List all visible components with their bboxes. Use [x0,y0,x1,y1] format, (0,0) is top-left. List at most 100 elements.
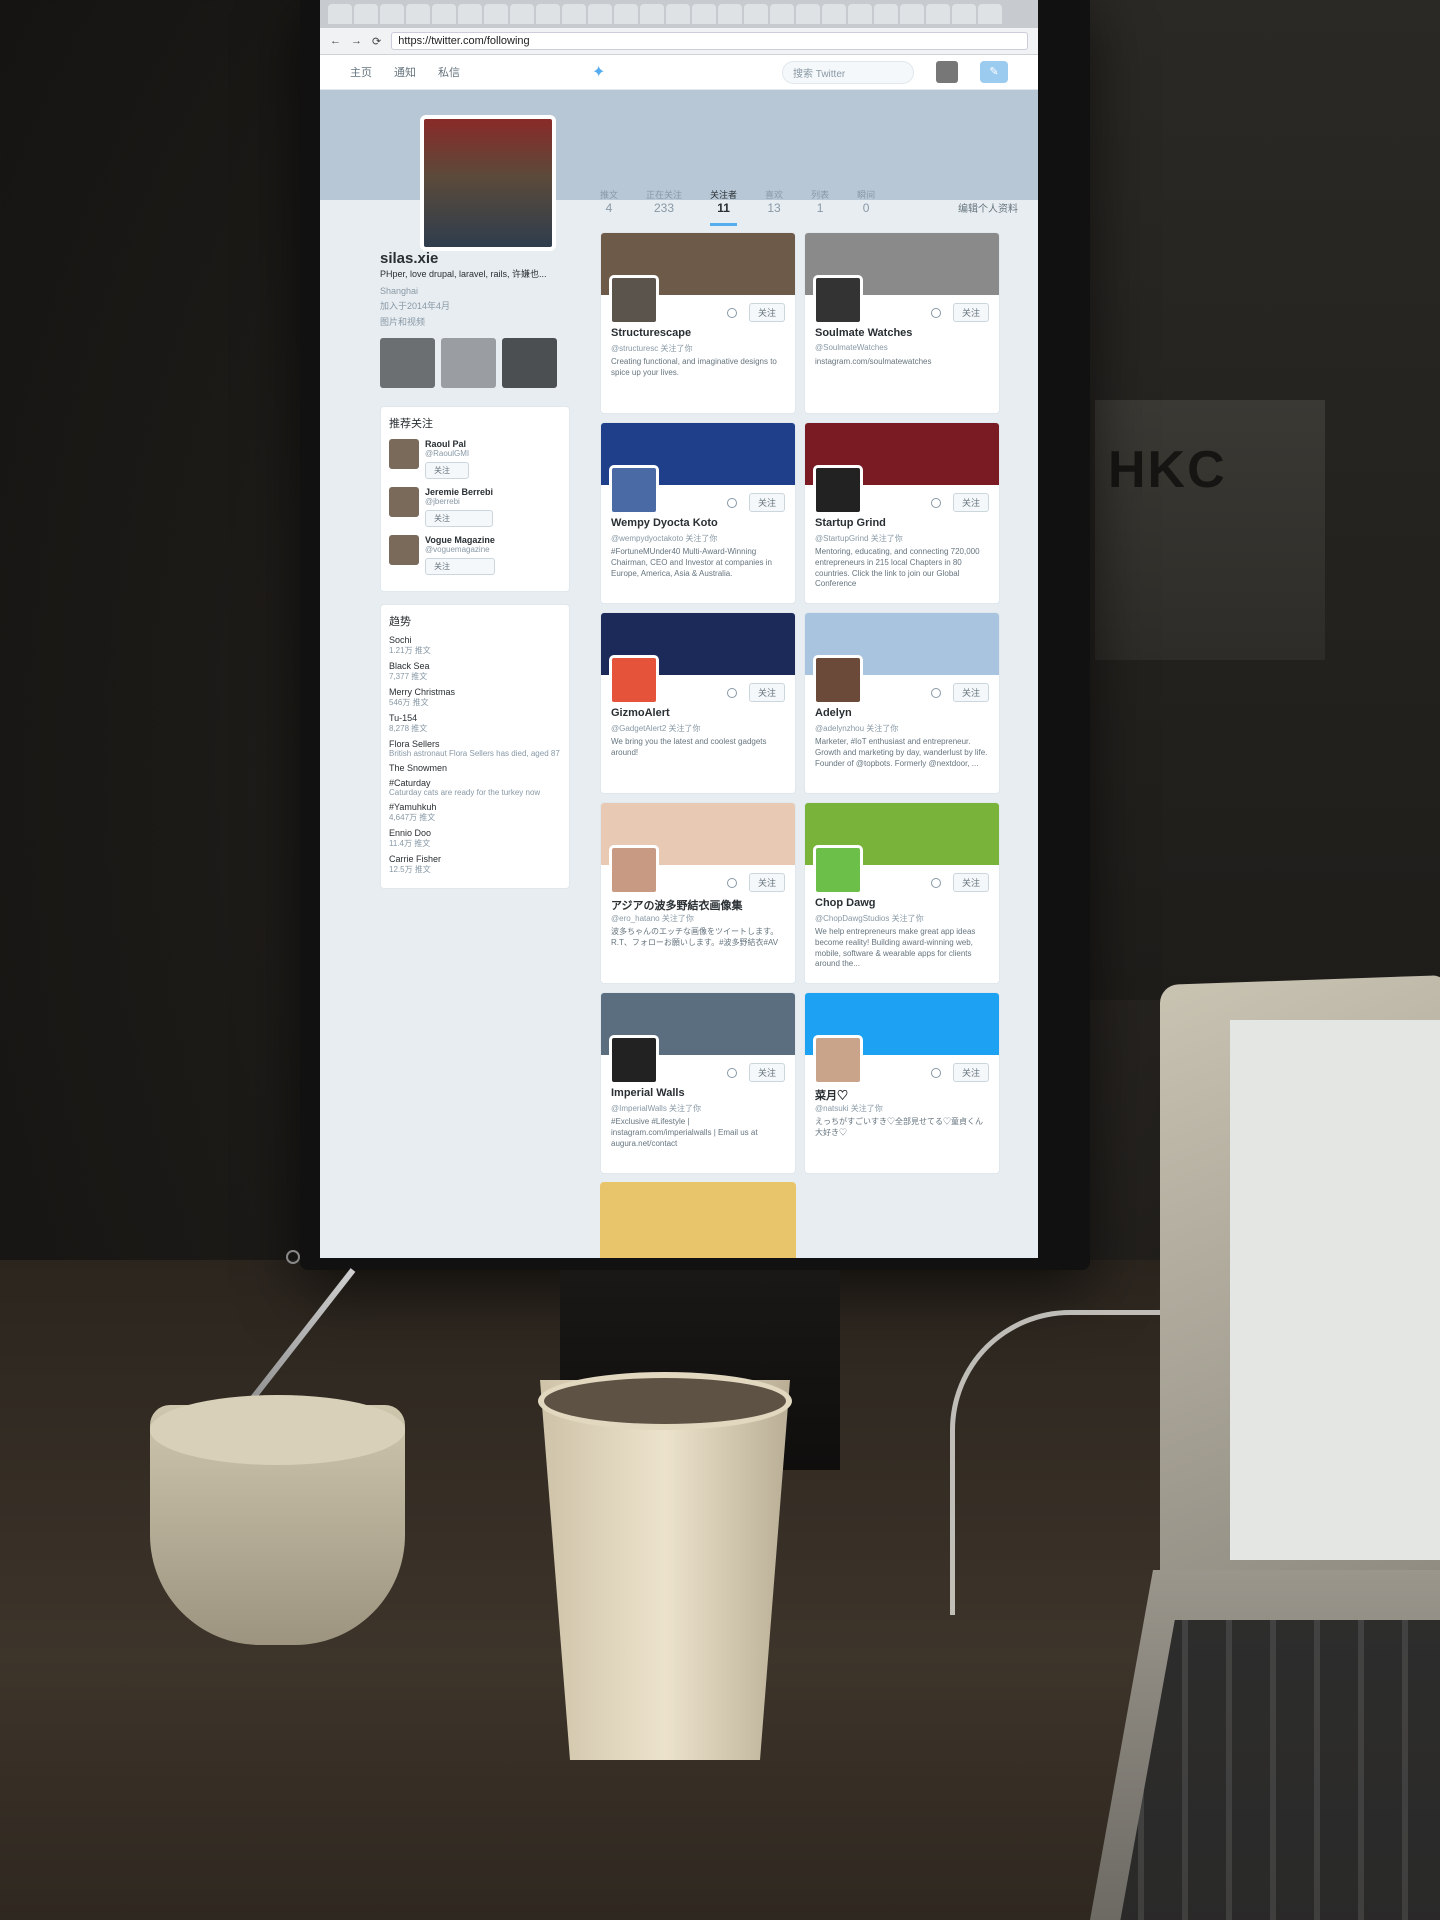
card-avatar[interactable] [609,655,659,705]
who-to-follow-name[interactable]: Jeremie Berrebi [425,487,493,497]
browser-tab[interactable] [744,4,768,24]
card-name[interactable]: アジアの波多野結衣画像集 [611,897,743,913]
trend-item[interactable]: The Snowmen [389,763,561,773]
card-name[interactable]: Soulmate Watches [815,327,912,339]
gear-icon[interactable] [930,497,941,508]
card-avatar[interactable] [813,465,863,515]
follow-button[interactable]: 关注 [425,462,470,479]
trend-item[interactable]: Carrie Fisher 12.5万 推文 [389,854,561,875]
following-card-partial[interactable] [600,1182,796,1258]
card-avatar[interactable] [813,1035,863,1085]
who-to-follow-name[interactable]: Vogue Magazine [425,535,495,545]
gear-icon[interactable] [726,307,737,318]
twitter-bird-icon[interactable]: ✦ [592,62,605,82]
card-name[interactable]: 菜月♡ [815,1087,848,1103]
browser-tab[interactable] [536,4,560,24]
trend-item[interactable]: #Yamuhkuh 4,647万 推文 [389,802,561,823]
reload-icon[interactable]: ⟳ [372,35,381,48]
follow-button[interactable]: 关注 [952,873,989,892]
profile-stat[interactable]: 列表 1 [811,188,829,226]
following-card[interactable]: 关注 菜月♡ @natsuki 关注了你 えっちがすごいすき♡全部見せてる♡童貞くん大… [804,992,1000,1174]
who-to-follow-name[interactable]: Raoul Pal [425,439,469,449]
card-name[interactable]: Wempy Dyocta Koto [611,517,718,529]
profile-avatar[interactable] [420,115,556,251]
card-avatar[interactable] [609,275,659,325]
follow-button[interactable]: 关注 [952,493,989,512]
browser-tab[interactable] [666,4,690,24]
browser-tab[interactable] [822,4,846,24]
follow-button[interactable]: 关注 [952,1063,989,1082]
media-thumb[interactable] [441,338,496,388]
following-card[interactable]: 关注 Startup Grind @StartupGrind 关注了你 Mentori… [804,422,1000,604]
browser-tab[interactable] [562,4,586,24]
back-icon[interactable]: ← [330,35,341,47]
follow-button[interactable]: 关注 [748,303,785,322]
follow-button[interactable]: 关注 [952,683,989,702]
browser-tab[interactable] [874,4,898,24]
follow-button[interactable]: 关注 [748,683,785,702]
browser-tab[interactable] [484,4,508,24]
profile-stat[interactable]: 正在关注 233 [646,188,682,226]
browser-tab[interactable] [432,4,456,24]
card-name[interactable]: Startup Grind [815,517,886,529]
card-avatar[interactable] [609,845,659,895]
gear-icon[interactable] [930,687,941,698]
card-name[interactable]: GizmoAlert [611,707,670,719]
profile-stat[interactable]: 瞬间 0 [857,188,875,226]
browser-tab[interactable] [692,4,716,24]
url-field[interactable]: https://twitter.com/following [391,32,1028,50]
nav-notifications[interactable]: 通知 [394,64,416,80]
following-card[interactable]: 关注 Imperial Walls @ImperialWalls 关注了你 #Excl… [600,992,796,1174]
trend-item[interactable]: Black Sea 7,377 推文 [389,661,561,682]
browser-tab[interactable] [458,4,482,24]
avatar[interactable] [389,439,419,469]
gear-icon[interactable] [726,497,737,508]
search-input[interactable]: 搜索 Twitter [782,60,914,84]
profile-stat[interactable]: 喜欢 13 [765,188,783,226]
card-avatar[interactable] [609,465,659,515]
card-avatar[interactable] [609,1035,659,1085]
browser-tab[interactable] [510,4,534,24]
trend-item[interactable]: Sochi 1.21万 推文 [389,635,561,656]
gear-icon[interactable] [726,1067,737,1078]
following-card[interactable]: 关注 Structurescape @structuresc 关注了你 Creatin… [600,232,796,414]
browser-tab[interactable] [354,4,378,24]
gear-icon[interactable] [930,877,941,888]
profile-stat[interactable]: 推文 4 [600,188,618,226]
browser-tab[interactable] [640,4,664,24]
browser-tab[interactable] [588,4,612,24]
profile-stat[interactable]: 关注者 11 [710,188,738,226]
card-name[interactable]: Imperial Walls [611,1087,685,1099]
browser-tab[interactable] [770,4,794,24]
browser-tab[interactable] [952,4,976,24]
follow-button[interactable]: 关注 [425,510,494,527]
edit-profile-button[interactable]: 编辑个人资料 [958,200,1018,215]
nav-home[interactable]: 主页 [350,64,372,80]
media-label[interactable]: 图片和视频 [380,315,570,328]
browser-tab[interactable] [328,4,352,24]
browser-tab[interactable] [718,4,742,24]
nav-messages[interactable]: 私信 [438,64,460,80]
card-avatar[interactable] [813,845,863,895]
media-thumb[interactable] [380,338,435,388]
trend-item[interactable]: Ennio Doo 11.4万 推文 [389,828,561,849]
gear-icon[interactable] [726,687,737,698]
browser-tab[interactable] [380,4,404,24]
avatar[interactable] [389,487,419,517]
follow-button[interactable]: 关注 [748,493,785,512]
gear-icon[interactable] [930,1067,941,1078]
card-avatar[interactable] [813,655,863,705]
follow-button[interactable]: 关注 [748,1063,785,1082]
avatar[interactable] [389,535,419,565]
browser-tab[interactable] [978,4,1002,24]
browser-tab[interactable] [796,4,820,24]
trend-item[interactable]: #Caturday Caturday cats are ready for the… [389,778,561,797]
trend-item[interactable]: Merry Christmas 546万 推文 [389,687,561,708]
compose-tweet-button[interactable]: ✎ [980,61,1008,83]
card-name[interactable]: Chop Dawg [815,897,876,909]
following-card[interactable]: 关注 Chop Dawg @ChopDawgStudios 关注了你 We help … [804,802,1000,984]
gear-icon[interactable] [930,307,941,318]
gear-icon[interactable] [726,877,737,888]
browser-tab[interactable] [406,4,430,24]
card-name[interactable]: Adelyn [815,707,852,719]
